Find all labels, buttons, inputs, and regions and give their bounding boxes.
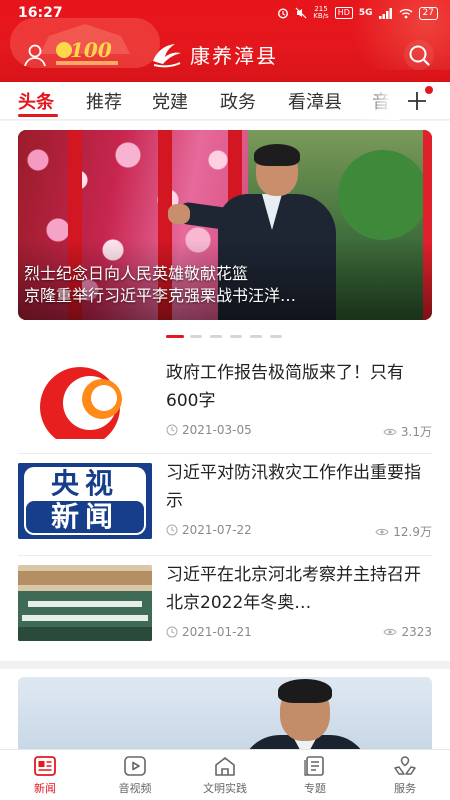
news-item[interactable]: 央视 新闻 习近平对防汛救灾工作作出重要指示 2021-07-22 12.9万: [18, 455, 432, 551]
signal-icon: [378, 7, 392, 19]
nav-item-topic[interactable]: 专题: [285, 754, 345, 798]
news-meta: 2021-01-21 2323: [166, 625, 432, 641]
divider: [18, 555, 432, 556]
active-tab-indicator: [18, 114, 58, 117]
battery-indicator: 27: [418, 6, 438, 20]
eye-icon: [383, 628, 398, 636]
news-icon: [34, 756, 56, 776]
news-date: 2021-07-22: [182, 523, 252, 537]
carousel-dot[interactable]: [166, 335, 184, 338]
topic-icon: [304, 756, 324, 776]
app-screen: 16:27 215 KB/s HD 5G 27 100 康养漳县 头条 推荐 党…: [0, 0, 450, 800]
nav-item-civilization[interactable]: 文明实践: [195, 754, 255, 798]
nav-label: 新闻: [34, 782, 56, 795]
status-bar: 16:27 215 KB/s HD 5G 27: [0, 0, 450, 28]
news-title: 习近平在北京河北考察并主持召开北京2022年冬奥…: [166, 565, 421, 613]
wifi-icon: [399, 8, 413, 18]
news-views: 3.1万: [400, 425, 432, 439]
news-thumbnail: [18, 565, 152, 641]
feature-card-image[interactable]: [18, 677, 432, 749]
cctv-text-top: 央视: [50, 467, 119, 500]
news-views-group: 2323: [383, 625, 432, 639]
app-title: 康养漳县: [190, 43, 278, 68]
brand: 康养漳县: [150, 38, 278, 70]
news-date-group: 2021-03-05: [166, 423, 252, 437]
carousel-title-line1: 烈士纪念日向人民英雄敬献花篮: [24, 264, 249, 283]
tab-recommend[interactable]: 推荐: [86, 88, 122, 114]
tabs-fade: [360, 82, 400, 120]
news-views: 2323: [401, 625, 432, 639]
brand-logo-icon: [153, 44, 181, 68]
status-time: 16:27: [18, 5, 63, 21]
net-speed: 215 KB/s: [313, 5, 329, 20]
service-icon: [394, 756, 416, 775]
nav-label: 专题: [304, 782, 326, 795]
news-feed[interactable]: 烈士纪念日向人民英雄敬献花篮 京隆重举行习近平李克强栗战书汪洋… 政府工作报告极…: [0, 121, 450, 749]
eye-icon: [383, 428, 397, 435]
carousel-title: 烈士纪念日向人民英雄敬献花篮 京隆重举行习近平李克强栗战书汪洋…: [24, 263, 424, 307]
clock-icon: [166, 626, 178, 638]
divider: [18, 453, 432, 454]
user-icon[interactable]: [22, 42, 48, 68]
news-views: 12.9万: [393, 525, 432, 539]
section-gap: [0, 661, 450, 669]
carousel-dot[interactable]: [210, 335, 222, 338]
carousel-slide[interactable]: 烈士纪念日向人民英雄敬献花篮 京隆重举行习近平李克强栗战书汪洋…: [18, 130, 432, 320]
news-title: 政府工作报告极简版来了！只有600字: [166, 363, 404, 411]
emblem-number: 100: [70, 38, 112, 62]
emblem-subtitle-bar: [56, 61, 118, 65]
status-icons: 215 KB/s HD 5G 27: [277, 6, 438, 20]
news-date: 2021-01-21: [182, 625, 252, 639]
carousel-dot[interactable]: [190, 335, 202, 338]
news-thumbnail: 央视 新闻: [18, 463, 152, 539]
carousel-indicator: [0, 335, 450, 341]
civilization-icon: [215, 757, 235, 776]
video-icon: [124, 756, 146, 776]
tab-headlines[interactable]: 头条: [18, 88, 54, 114]
header: 16:27 215 KB/s HD 5G 27 100 康养漳县: [0, 0, 450, 82]
news-item[interactable]: 政府工作报告极简版来了！只有600字 2021-03-05 3.1万: [18, 355, 432, 451]
nav-label: 音视频: [118, 782, 152, 795]
news-title: 习近平对防汛救灾工作作出重要指示: [166, 463, 421, 511]
cctv-text-bottom: 新闻: [50, 500, 119, 533]
tab-government[interactable]: 政务: [220, 88, 256, 114]
news-date-group: 2021-07-22: [166, 523, 252, 537]
nav-item-service[interactable]: 服务: [375, 754, 435, 798]
news-meta: 2021-03-05 3.1万: [166, 423, 432, 439]
news-views-group: 12.9万: [375, 523, 432, 540]
nav-label: 文明实践: [203, 782, 247, 795]
channel-tabs: 头条 推荐 党建 政务 看漳县 音: [0, 82, 450, 120]
nav-item-video[interactable]: 音视频: [105, 754, 165, 798]
nav-item-news[interactable]: 新闻: [15, 754, 75, 798]
news-meta: 2021-07-22 12.9万: [166, 523, 432, 539]
carousel-title-line2: 京隆重举行习近平李克强栗战书汪洋…: [24, 286, 297, 305]
hd-badge: HD: [334, 7, 353, 19]
meeting-photo: [18, 565, 152, 641]
carousel-dot[interactable]: [230, 335, 242, 338]
notification-dot: [425, 86, 433, 94]
news-date: 2021-03-05: [182, 423, 252, 437]
search-icon[interactable]: [404, 40, 434, 70]
carousel-dot[interactable]: [250, 335, 262, 338]
signal-label: 5G: [358, 8, 373, 18]
news-views-group: 3.1万: [383, 423, 432, 440]
centenary-emblem: 100: [56, 38, 118, 68]
clock-icon: [166, 524, 178, 536]
mute-icon: [295, 7, 307, 19]
eye-icon: [375, 528, 389, 535]
orange-logo-image: [18, 363, 152, 439]
carousel-dot[interactable]: [270, 335, 282, 338]
hero-bush: [338, 150, 428, 240]
tab-party[interactable]: 党建: [152, 88, 188, 114]
clock-icon: [166, 424, 178, 436]
nav-label: 服务: [394, 782, 416, 795]
bottom-navigation: 新闻 音视频 文明实践 专题 服务: [0, 749, 450, 800]
news-thumbnail: [18, 363, 152, 439]
news-item[interactable]: 习近平在北京河北考察并主持召开北京2022年冬奥… 2021-01-21 232…: [18, 557, 432, 653]
alarm-icon: [278, 8, 289, 19]
news-date-group: 2021-01-21: [166, 625, 252, 639]
tab-zhangxian[interactable]: 看漳县: [288, 88, 342, 114]
